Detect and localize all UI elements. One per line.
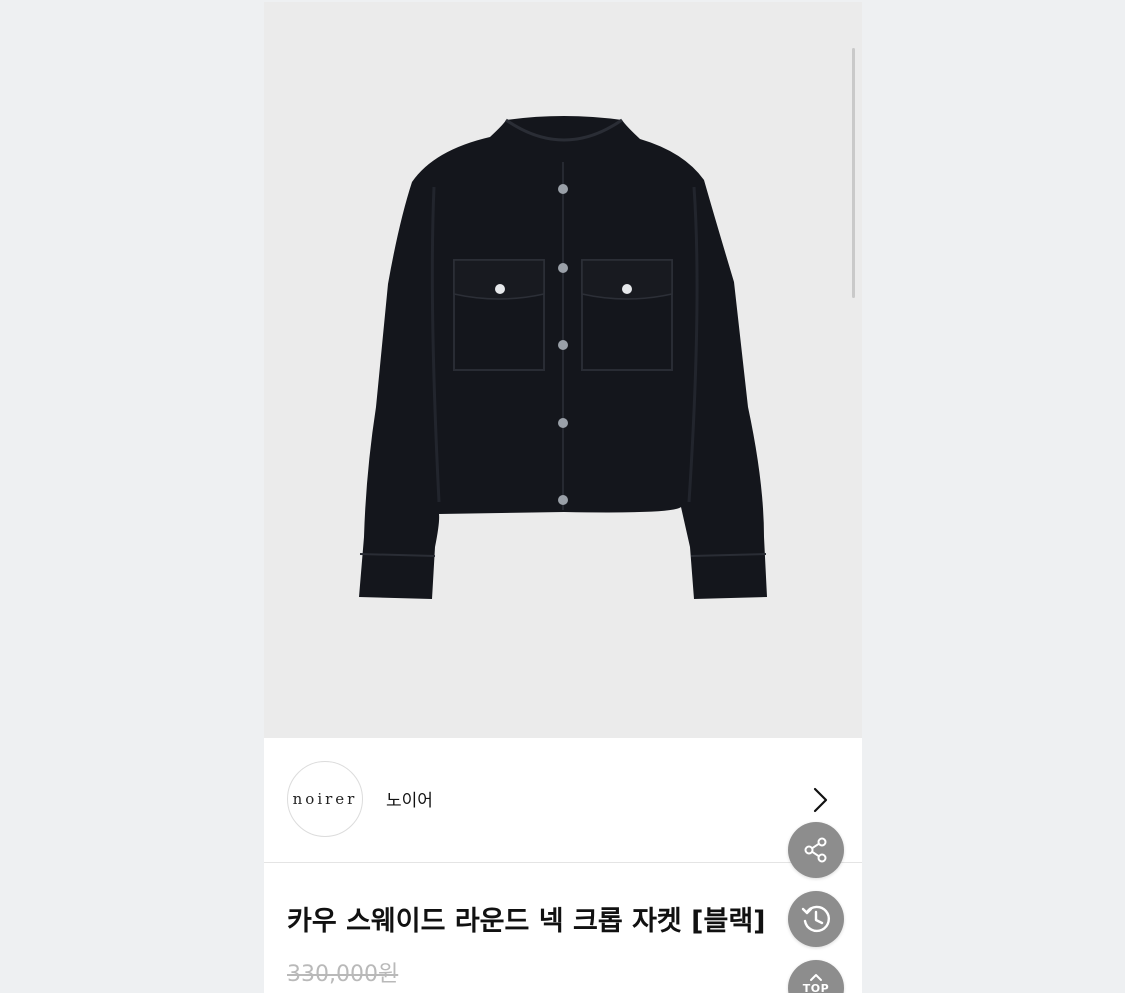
- share-button[interactable]: [788, 822, 844, 878]
- history-icon: [801, 905, 830, 933]
- recent-history-button[interactable]: [788, 891, 844, 947]
- brand-row[interactable]: noirer 노이어: [264, 738, 862, 863]
- product-image[interactable]: [264, 2, 862, 738]
- original-price: 330,000원: [287, 962, 399, 987]
- black-suede-jacket-image: [359, 116, 767, 599]
- brand-name[interactable]: 노이어: [386, 786, 433, 811]
- top-label: TOP: [802, 982, 830, 993]
- product-page: noirer 노이어 카우 스웨이드 라운드 넥 크롭 자켓 [블랙] 330,…: [264, 2, 862, 993]
- share-icon: [804, 837, 827, 863]
- chevron-right-icon[interactable]: [810, 786, 830, 814]
- brand-logo[interactable]: noirer: [287, 761, 363, 837]
- product-title: 카우 스웨이드 라운드 넥 크롭 자켓 [블랙]: [287, 906, 766, 937]
- brand-logo-text: noirer: [292, 790, 358, 808]
- scroll-top-button[interactable]: TOP: [788, 960, 844, 993]
- scrollbar[interactable]: [852, 48, 855, 298]
